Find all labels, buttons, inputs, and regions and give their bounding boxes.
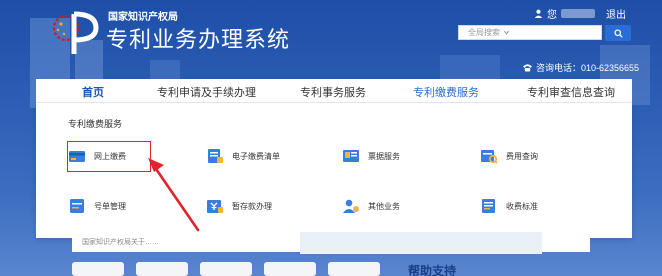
shortcut-card[interactable]: [136, 262, 188, 276]
nav-patent-fee[interactable]: 专利缴费服务: [413, 84, 479, 100]
org-name: 国家知识产权局: [108, 12, 178, 23]
username-redacted: [561, 9, 595, 18]
shortcut-card[interactable]: [328, 262, 380, 276]
service-label: 票据服务: [368, 151, 400, 161]
hotline: 咨询电话：010-62356655: [522, 61, 639, 74]
logout-link[interactable]: 退出: [606, 6, 626, 21]
nav-patent-query[interactable]: 专利审查信息查询: [527, 84, 615, 100]
receipt-icon: [343, 150, 359, 162]
shortcut-card[interactable]: [264, 262, 316, 276]
fee-services-panel: 专利缴费服务 网上缴费 电子缴费清单 票据服务 费用查询 号单管理 暂存款办理 …: [36, 103, 632, 238]
shortcut-card[interactable]: [72, 262, 124, 276]
cnipa-logo: [52, 11, 99, 54]
news-text: 国家知识产权局关于……: [82, 239, 159, 246]
service-label: 费用查询: [506, 151, 538, 161]
other-services-icon: [343, 199, 359, 213]
help-title: 帮助支持: [408, 264, 457, 276]
number-list-icon: [70, 199, 84, 213]
nav-home[interactable]: 首页: [82, 84, 104, 100]
main-nav: 首页 专利申请及手续办理 专利事务服务 专利缴费服务 专利审查信息查询: [36, 79, 632, 103]
red-arrow-annotation: [148, 158, 200, 232]
service-label: 暂存款办理: [232, 201, 272, 211]
news-side-panel: [300, 232, 542, 254]
phone-icon: [523, 64, 532, 72]
service-label: 号单管理: [94, 201, 126, 211]
service-number-list[interactable]: 号单管理: [68, 198, 126, 214]
nav-patent-affairs[interactable]: 专利事务服务: [300, 84, 366, 100]
search-button[interactable]: [605, 25, 631, 41]
user-icon: [534, 9, 543, 18]
fee-standard-icon: [482, 199, 495, 213]
search-icon: [613, 28, 623, 38]
system-title: 专利业务办理系统: [106, 27, 291, 52]
service-label: 电子缴费清单: [232, 151, 280, 161]
panel-title: 专利缴费服务: [68, 119, 123, 129]
service-fee-standard[interactable]: 收费标准: [480, 198, 538, 214]
service-other[interactable]: 其他业务: [342, 198, 400, 214]
hotline-text: 咨询电话：010-62356655: [536, 63, 640, 73]
service-label: 其他业务: [368, 201, 400, 211]
user-info[interactable]: 您: [534, 6, 595, 21]
user-greeting: 您: [547, 10, 557, 21]
shortcut-card[interactable]: [200, 262, 252, 276]
search-input[interactable]: 全局搜索: [458, 25, 602, 40]
service-receipt[interactable]: 票据服务: [342, 148, 400, 164]
fee-query-icon: [481, 150, 498, 164]
chevron-down-icon: [503, 30, 510, 35]
service-fee-query[interactable]: 费用查询: [480, 148, 538, 164]
highlight-box: [67, 141, 151, 172]
search-placeholder: 全局搜索: [468, 28, 500, 37]
nav-patent-application[interactable]: 专利申请及手续办理: [157, 84, 256, 100]
service-label: 收费标准: [506, 201, 538, 211]
